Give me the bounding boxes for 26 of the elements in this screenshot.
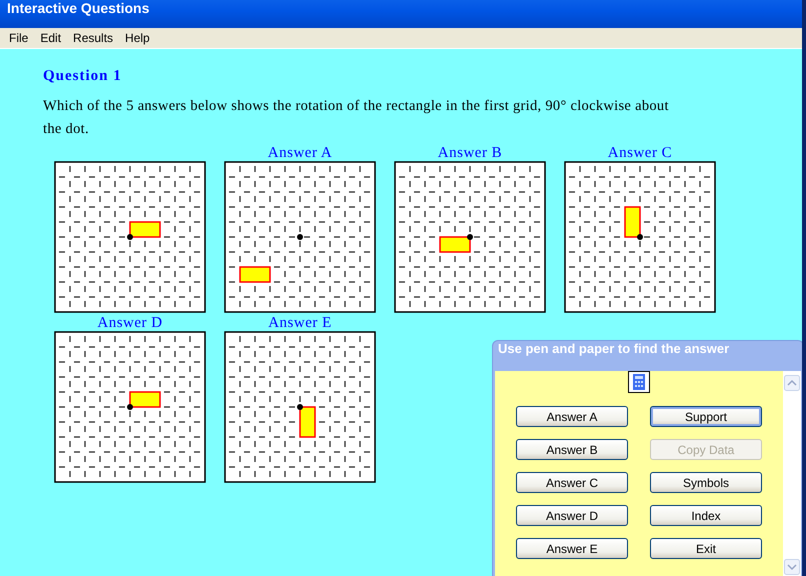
answer-label: Answer E — [268, 315, 332, 331]
window-title: Interactive Questions — [0, 0, 802, 28]
panel-title: Use pen and paper to find the answer — [497, 341, 730, 358]
menu-item[interactable]: Results — [67, 31, 120, 45]
answer-button[interactable]: Answer E — [516, 538, 628, 559]
calculator-icon[interactable] — [628, 371, 650, 393]
answer-button[interactable]: Answer D — [516, 505, 628, 526]
answer-button[interactable]: Symbols — [650, 472, 762, 493]
answer-button[interactable]: Answer C — [516, 472, 628, 493]
scroll-up-icon[interactable] — [784, 375, 800, 391]
question-title: Question 1 — [43, 68, 123, 85]
answer-button[interactable]: Answer A — [516, 406, 628, 427]
question-text: Which of the 5 answers below shows the rotation of the rectangle in the first grid, 90° clockwise about the dot. — [43, 97, 670, 139]
scrollbar[interactable] — [783, 371, 801, 576]
answer-label: Answer D — [97, 315, 163, 331]
menu-item[interactable]: File — [3, 31, 34, 45]
answer-button[interactable]: Answer B — [516, 439, 628, 460]
menu-item[interactable]: Help — [119, 31, 156, 45]
answer-label: Answer A — [268, 145, 332, 161]
answer-button[interactable]: Index — [650, 505, 762, 526]
answer-label: Answer C — [608, 145, 672, 161]
answer-button[interactable]: Exit — [650, 538, 762, 559]
scroll-down-icon[interactable] — [784, 559, 800, 575]
answer-label: Answer B — [438, 145, 502, 161]
answer-button[interactable]: Support — [650, 406, 762, 427]
menu-item[interactable]: Edit — [34, 31, 68, 45]
